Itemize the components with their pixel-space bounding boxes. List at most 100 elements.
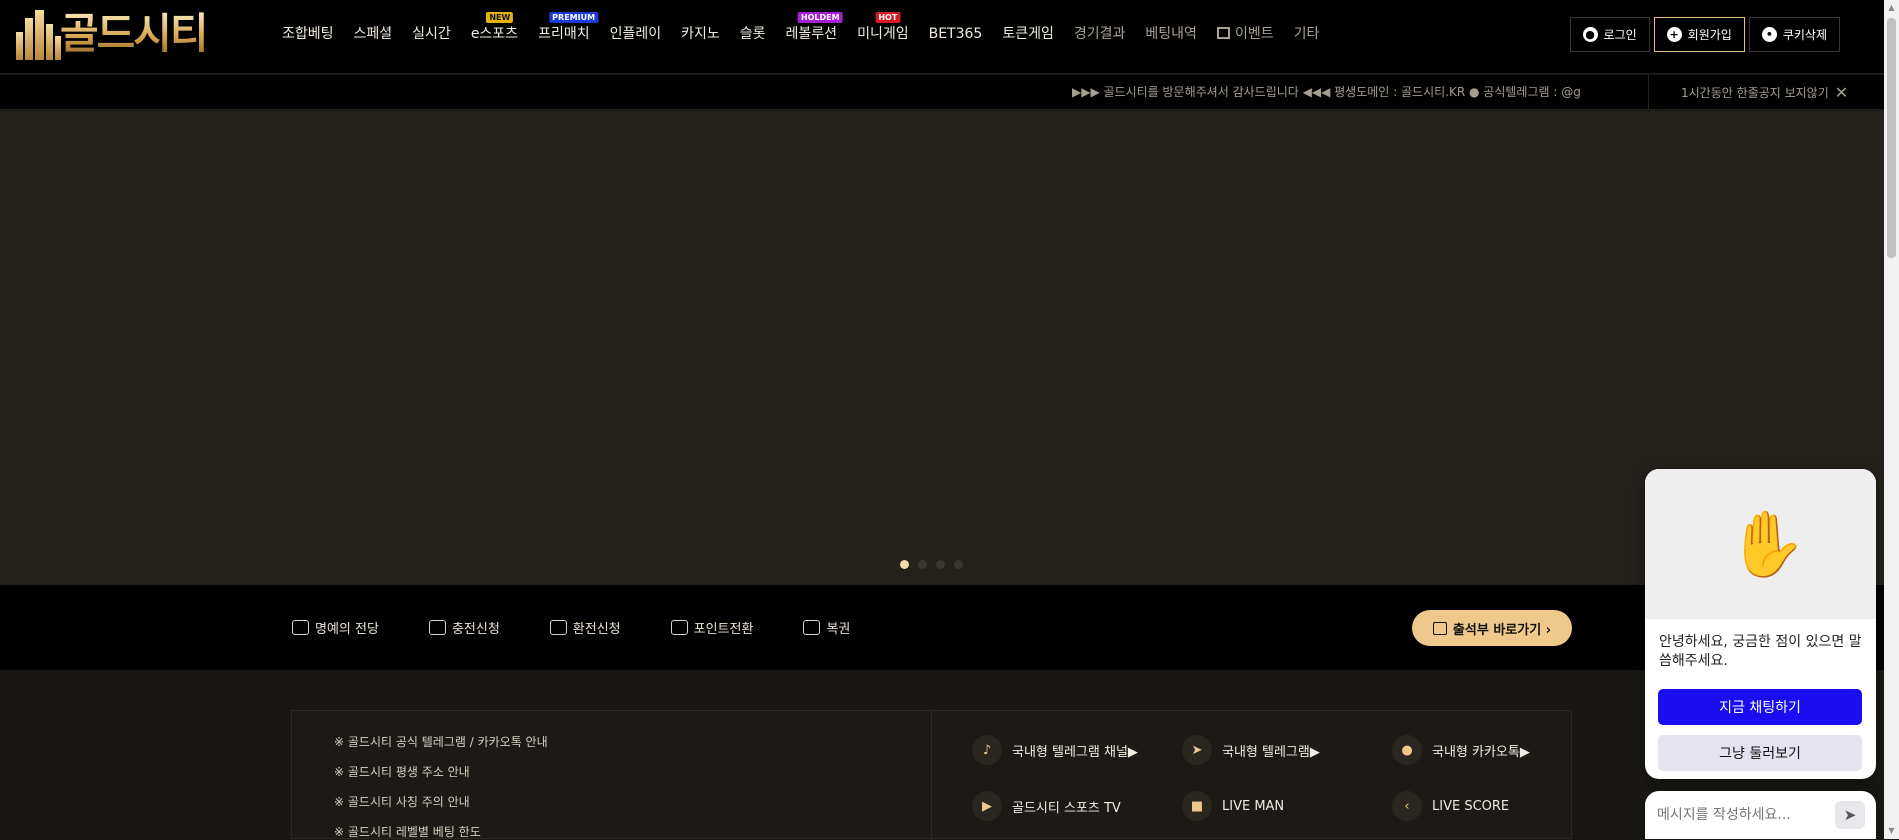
scroll-down-icon[interactable]: ▼ [1887, 826, 1896, 835]
attendance-button[interactable]: 출석부 바로가기 › [1412, 610, 1572, 646]
nav-label: 기타 [1293, 26, 1320, 42]
new-badge: NEW [486, 12, 514, 23]
hot-badge: HOT [875, 12, 901, 23]
nav-item-esports[interactable]: NEW e스포츠 [461, 0, 528, 68]
user-icon: ● [1582, 27, 1598, 42]
notice-item[interactable]: ※ 골드시티 평생 주소 안내 [334, 763, 470, 780]
nav-label: 이벤트 [1234, 26, 1274, 42]
quick-deposit[interactable]: 충전신청 [428, 618, 500, 637]
signup-label: 회원가입 [1687, 28, 1732, 42]
quick-label: 포인트전환 [693, 622, 754, 637]
site-logo[interactable]: 골드시티 [12, 6, 209, 60]
chat-message-input[interactable] [1655, 801, 1825, 829]
hide-ticker-label: 1시간동안 한줄공지 보지않기 [1681, 86, 1829, 100]
chat-now-button[interactable]: 지금 채팅하기 [1658, 689, 1862, 725]
nav-item-combo-bet[interactable]: 조합베팅 [272, 0, 344, 68]
close-icon: ✕ [1834, 83, 1849, 102]
chat-widget: ✋ 안녕하세요, 궁금한 점이 있으면 말씀해주세요. 지금 채팅하기 그냥 둘… [1645, 469, 1876, 779]
nav-item-revolution[interactable]: HOLDEM 레볼루션 [776, 0, 848, 68]
link-label: 국내형 텔레그램▶ [1222, 744, 1320, 760]
nav-item-inplay[interactable]: 인플레이 [600, 0, 672, 68]
premium-badge: PREMIUM [549, 12, 599, 23]
divider [1648, 75, 1649, 110]
cookie-icon: • [1761, 27, 1777, 42]
main-nav: 조합베팅 스페셜 실시간 NEW e스포츠 PREMIUM 프리매치 인플레이 카지… [272, 0, 1329, 68]
quick-hall-of-fame[interactable]: 명예의 전당 [292, 618, 379, 637]
nav-label: 레볼루션 [785, 26, 838, 42]
nav-label: 조합베팅 [282, 26, 334, 42]
send-icon[interactable]: ➤ [1835, 801, 1865, 829]
quick-point-convert[interactable]: 포인트전환 [670, 618, 754, 637]
sports-tv-link[interactable]: ▶ 골드시티 스포츠 TV [972, 791, 1121, 821]
nav-label: 슬롯 [739, 26, 766, 42]
hide-ticker-button[interactable]: 1시간동안 한줄공지 보지않기 ✕ [1681, 75, 1848, 111]
link-label: 국내형 카카오톡▶ [1432, 744, 1530, 760]
telegram-channel-link[interactable]: ♪ 국내형 텔레그램 채널▶ [972, 735, 1138, 765]
telegram-icon: ➤ [1182, 735, 1212, 765]
nav-label: 프리매치 [538, 26, 590, 42]
nav-item-slot[interactable]: 슬롯 [730, 0, 776, 68]
nav-item-results[interactable]: 경기결과 [1064, 0, 1136, 68]
nav-label: 실시간 [412, 26, 451, 42]
link-label: 국내형 텔레그램 채널▶ [1012, 744, 1138, 760]
main-banner-carousel [0, 111, 1884, 585]
login-button[interactable]: ● 로그인 [1569, 17, 1650, 52]
quick-withdraw[interactable]: 환전신청 [549, 618, 621, 637]
live-man-link[interactable]: ■ LIVE MAN [1182, 791, 1284, 821]
quick-lottery[interactable]: 복권 [803, 618, 850, 637]
plus-icon: + [1666, 27, 1682, 42]
nav-item-special[interactable]: 스페셜 [344, 0, 403, 68]
info-section: ※ 골드시티 공식 텔레그램 / 카카오톡 안내 ※ 골드시티 평생 주소 안내… [291, 710, 1572, 840]
notice-list: ※ 골드시티 공식 텔레그램 / 카카오톡 안내 ※ 골드시티 평생 주소 안내… [292, 711, 932, 840]
top-header: 골드시티 조합베팅 스페셜 실시간 NEW e스포츠 PREMIUM 프리매치 인플… [0, 0, 1884, 74]
building-logo-icon [12, 8, 64, 60]
carousel-dot[interactable] [918, 560, 927, 569]
nav-item-event[interactable]: 이벤트 [1207, 0, 1284, 68]
video-icon: ▶ [972, 791, 1002, 821]
talk-icon: ● [1392, 735, 1422, 765]
link-label: LIVE SCORE [1432, 798, 1510, 814]
live-score-link[interactable]: ‹ LIVE SCORE [1392, 791, 1509, 821]
nav-label: 미니게임 [857, 26, 909, 42]
nav-label: 스페셜 [353, 26, 393, 42]
kakaotalk-link[interactable]: ● 국내형 카카오톡▶ [1392, 735, 1530, 765]
signup-button[interactable]: + 회원가입 [1653, 17, 1745, 52]
attendance-label: 출석부 바로가기 › [1452, 622, 1552, 638]
notice-item[interactable]: ※ 골드시티 사칭 주의 안내 [334, 793, 470, 810]
nav-item-bet365[interactable]: BET365 [919, 0, 993, 68]
page-scrollbar[interactable]: ▲ ▼ [1884, 0, 1899, 839]
just-browse-button[interactable]: 그냥 둘러보기 [1658, 735, 1862, 771]
bell-icon: ♪ [972, 735, 1002, 765]
nav-item-bet-history[interactable]: 베팅내역 [1135, 0, 1207, 68]
link-grid: ♪ 국내형 텔레그램 채널▶ ➤ 국내형 텔레그램▶ ● 국내형 카카오톡▶ ▶ 골드시… [932, 711, 1572, 840]
chat-greeting: 안녕하세요, 궁금한 점이 있으면 말씀해주세요. [1659, 634, 1862, 669]
notice-ticker: ▶▶▶ 골드시티를 방문해주셔서 감사드립니다 ◀◀◀ 평생도메인 : 골드시티… [0, 75, 1884, 110]
nav-item-token-game[interactable]: 토큰게임 [992, 0, 1064, 68]
carousel-dot[interactable] [900, 560, 909, 569]
notice-item[interactable]: ※ 골드시티 레벨별 베팅 한도 [334, 823, 481, 840]
withdraw-icon [549, 620, 567, 635]
deposit-icon [428, 620, 446, 635]
live-icon: ■ [1182, 791, 1212, 821]
telegram-link[interactable]: ➤ 국내형 텔레그램▶ [1182, 735, 1320, 765]
carousel-dot[interactable] [936, 560, 945, 569]
scroll-up-icon[interactable]: ▲ [1887, 3, 1896, 12]
link-label: LIVE MAN [1222, 798, 1285, 814]
nav-label: 카지노 [681, 26, 720, 42]
nav-label: e스포츠 [470, 26, 519, 42]
delete-cookie-button[interactable]: • 쿠키삭제 [1748, 17, 1840, 52]
carousel-dot[interactable] [954, 560, 963, 569]
chat-header: ✋ [1645, 469, 1876, 619]
scroll-thumb[interactable] [1887, 18, 1896, 258]
nav-item-etc[interactable]: 기타 [1284, 0, 1330, 68]
nav-item-prematch[interactable]: PREMIUM 프리매치 [528, 0, 600, 68]
notice-item[interactable]: ※ 골드시티 공식 텔레그램 / 카카오톡 안내 [334, 733, 548, 750]
quick-menu-items: 명예의 전당 충전신청 환전신청 포인트전환 복권 [292, 585, 900, 670]
link-label: 골드시티 스포츠 TV [1012, 800, 1121, 816]
nav-item-minigame[interactable]: HOT 미니게임 [847, 0, 919, 68]
quick-label: 환전신청 [572, 622, 621, 637]
chat-input-bar: ➤ [1645, 791, 1876, 839]
nav-item-live[interactable]: 실시간 [402, 0, 461, 68]
nav-item-casino[interactable]: 카지노 [671, 0, 730, 68]
logo-text: 골드시티 [60, 9, 209, 58]
